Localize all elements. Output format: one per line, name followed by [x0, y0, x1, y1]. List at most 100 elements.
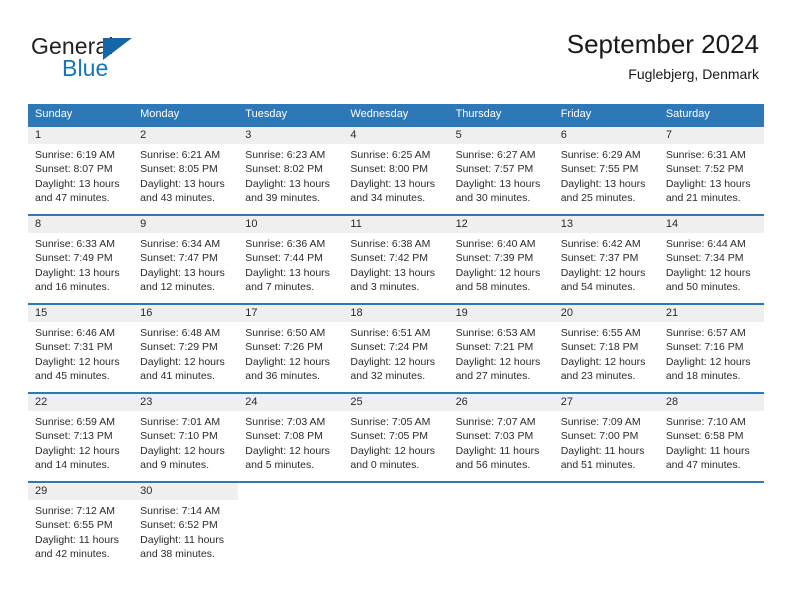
calendar-day-cell[interactable]: 26 Sunrise: 7:07 AM Sunset: 7:03 PM Dayligh…: [448, 394, 554, 481]
sunset-text: Sunset: 6:58 PM: [665, 430, 744, 443]
calendar-day-cell[interactable]: 16 Sunrise: 6:48 AM Sunset: 7:29 PM Dayligh…: [133, 305, 239, 392]
day-number: 25: [343, 394, 449, 411]
calendar-grid: Sunday Monday Tuesday Wednesday Thursday…: [28, 104, 764, 572]
sunset-text: Sunset: 7:18 PM: [560, 341, 639, 354]
sunrise-text: Sunrise: 6:50 AM: [245, 327, 326, 339]
calendar-day-cell[interactable]: 3 Sunrise: 6:23 AM Sunset: 8:02 PM Daylight…: [238, 127, 344, 214]
daylight-text-line2: and 21 minutes.: [665, 191, 741, 204]
daylight-text-line2: and 58 minutes.: [455, 280, 531, 293]
calendar-day-cell[interactable]: 14 Sunrise: 6:44 AM Sunset: 7:34 PM Dayligh…: [658, 216, 764, 303]
calendar-day-cell[interactable]: 25 Sunrise: 7:05 AM Sunset: 7:05 PM Dayligh…: [343, 394, 449, 481]
daylight-text-line2: and 51 minutes.: [560, 458, 636, 471]
daylight-text-line1: Daylight: 13 hours: [245, 266, 330, 279]
daylight-text-line1: Daylight: 11 hours: [140, 533, 224, 546]
daylight-text-line2: and 16 minutes.: [35, 280, 110, 293]
daylight-text-line1: Daylight: 13 hours: [560, 177, 646, 190]
sunset-text: Sunset: 6:52 PM: [140, 519, 218, 532]
day-details: Sunrise: 6:46 AM Sunset: 7:31 PM Daylight:…: [28, 322, 133, 383]
day-details: Sunrise: 6:34 AM Sunset: 7:47 PM Daylight:…: [133, 233, 238, 294]
daylight-text-line2: and 45 minutes.: [35, 369, 110, 382]
sunset-text: Sunset: 7:24 PM: [350, 341, 429, 354]
calendar-day-cell[interactable]: 20 Sunrise: 6:55 AM Sunset: 7:18 PM Dayligh…: [553, 305, 659, 392]
daylight-text-line1: Daylight: 13 hours: [455, 177, 541, 190]
day-number: 22: [28, 394, 134, 411]
calendar-day-cell[interactable]: 4 Sunrise: 6:25 AM Sunset: 8:00 PM Daylight…: [343, 127, 449, 214]
calendar-day-cell[interactable]: 19 Sunrise: 6:53 AM Sunset: 7:21 PM Dayligh…: [448, 305, 554, 392]
calendar-day-cell[interactable]: 11 Sunrise: 6:38 AM Sunset: 7:42 PM Dayligh…: [343, 216, 449, 303]
daylight-text-line2: and 9 minutes.: [140, 458, 210, 471]
sunrise-text: Sunrise: 7:05 AM: [350, 416, 431, 428]
day-details: Sunrise: 6:31 AM Sunset: 7:52 PM Daylight:…: [659, 144, 764, 205]
day-details: Sunrise: 7:01 AM Sunset: 7:10 PM Daylight:…: [133, 411, 238, 472]
calendar-day-cell[interactable]: 15 Sunrise: 6:46 AM Sunset: 7:31 PM Dayligh…: [28, 305, 134, 392]
calendar-day-cell[interactable]: 22 Sunrise: 6:59 AM Sunset: 7:13 PM Dayligh…: [28, 394, 134, 481]
calendar-day-cell[interactable]: 2 Sunrise: 6:21 AM Sunset: 8:05 PM Daylight…: [133, 127, 239, 214]
calendar-day-cell[interactable]: 1 Sunrise: 6:19 AM Sunset: 8:07 PM Daylight…: [28, 127, 134, 214]
sunrise-text: Sunrise: 6:29 AM: [560, 149, 641, 161]
calendar-empty-cell: [343, 483, 449, 572]
sunrise-text: Sunrise: 6:48 AM: [140, 327, 221, 339]
sunrise-text: Sunrise: 7:03 AM: [245, 416, 326, 428]
sunrise-text: Sunrise: 7:10 AM: [665, 416, 746, 428]
daylight-text-line1: Daylight: 13 hours: [350, 177, 436, 190]
day-details: Sunrise: 6:40 AM Sunset: 7:39 PM Daylight:…: [449, 233, 554, 294]
day-number: 29: [28, 483, 134, 500]
daylight-text-line1: Daylight: 13 hours: [35, 177, 120, 190]
sunrise-text: Sunrise: 6:23 AM: [245, 149, 326, 161]
day-details: Sunrise: 6:57 AM Sunset: 7:16 PM Daylight:…: [659, 322, 764, 383]
day-details: Sunrise: 7:14 AM Sunset: 6:52 PM Daylight:…: [133, 500, 238, 561]
calendar-day-cell[interactable]: 30 Sunrise: 7:14 AM Sunset: 6:52 PM Dayligh…: [133, 483, 239, 572]
daylight-text-line1: Daylight: 13 hours: [665, 177, 751, 190]
logo-text-blue: Blue: [62, 55, 109, 81]
daylight-text-line1: Daylight: 13 hours: [35, 266, 120, 279]
sunrise-text: Sunrise: 6:57 AM: [665, 327, 746, 339]
day-number: [343, 483, 448, 500]
weekday-header-thursday: Thursday: [455, 108, 502, 120]
sunset-text: Sunset: 7:05 PM: [350, 430, 429, 443]
calendar-day-cell[interactable]: 7 Sunrise: 6:31 AM Sunset: 7:52 PM Daylight…: [658, 127, 764, 214]
sunrise-text: Sunrise: 6:36 AM: [245, 238, 326, 250]
day-number: 13: [553, 216, 659, 233]
calendar-day-cell[interactable]: 10 Sunrise: 6:36 AM Sunset: 7:44 PM Dayligh…: [238, 216, 344, 303]
daylight-text-line2: and 47 minutes.: [35, 191, 110, 204]
sunset-text: Sunset: 7:16 PM: [665, 341, 744, 354]
calendar-day-cell[interactable]: 13 Sunrise: 6:42 AM Sunset: 7:37 PM Dayligh…: [553, 216, 659, 303]
sunset-text: Sunset: 7:13 PM: [35, 430, 113, 443]
sunrise-text: Sunrise: 6:33 AM: [35, 238, 115, 250]
calendar-day-cell[interactable]: 28 Sunrise: 7:10 AM Sunset: 6:58 PM Dayligh…: [658, 394, 764, 481]
day-number: [449, 483, 554, 500]
sunset-text: Sunset: 8:02 PM: [245, 163, 323, 176]
calendar-day-cell[interactable]: 18 Sunrise: 6:51 AM Sunset: 7:24 PM Dayligh…: [343, 305, 449, 392]
day-number: 27: [553, 394, 659, 411]
calendar-day-cell[interactable]: 17 Sunrise: 6:50 AM Sunset: 7:26 PM Dayligh…: [238, 305, 344, 392]
daylight-text-line2: and 32 minutes.: [350, 369, 426, 382]
calendar-day-cell[interactable]: 29 Sunrise: 7:12 AM Sunset: 6:55 PM Dayligh…: [28, 483, 134, 572]
day-details: Sunrise: 6:36 AM Sunset: 7:44 PM Daylight:…: [238, 233, 343, 294]
calendar-day-cell[interactable]: 23 Sunrise: 7:01 AM Sunset: 7:10 PM Dayligh…: [133, 394, 239, 481]
sunrise-text: Sunrise: 7:09 AM: [560, 416, 641, 428]
day-details: Sunrise: 6:23 AM Sunset: 8:02 PM Daylight:…: [238, 144, 343, 205]
calendar-day-cell[interactable]: 5 Sunrise: 6:27 AM Sunset: 7:57 PM Daylight…: [448, 127, 554, 214]
calendar-day-cell[interactable]: 27 Sunrise: 7:09 AM Sunset: 7:00 PM Dayligh…: [553, 394, 659, 481]
daylight-text-line2: and 47 minutes.: [665, 458, 741, 471]
daylight-text-line2: and 12 minutes.: [140, 280, 215, 293]
weekday-header-monday: Monday: [140, 108, 180, 120]
day-details: Sunrise: 6:51 AM Sunset: 7:24 PM Daylight:…: [343, 322, 448, 383]
calendar-day-cell[interactable]: 9 Sunrise: 6:34 AM Sunset: 7:47 PM Daylight…: [133, 216, 239, 303]
daylight-text-line2: and 3 minutes.: [350, 280, 420, 293]
daylight-text-line1: Daylight: 11 hours: [455, 444, 540, 457]
calendar-day-cell[interactable]: 12 Sunrise: 6:40 AM Sunset: 7:39 PM Dayligh…: [448, 216, 554, 303]
sunrise-text: Sunrise: 7:01 AM: [140, 416, 221, 428]
daylight-text-line1: Daylight: 12 hours: [35, 444, 120, 457]
day-details: Sunrise: 6:59 AM Sunset: 7:13 PM Daylight:…: [28, 411, 133, 472]
calendar-empty-cell: [448, 483, 554, 572]
calendar-day-cell[interactable]: 6 Sunrise: 6:29 AM Sunset: 7:55 PM Daylight…: [553, 127, 659, 214]
sunrise-text: Sunrise: 6:53 AM: [455, 327, 536, 339]
day-details: Sunrise: 7:03 AM Sunset: 7:08 PM Daylight:…: [238, 411, 343, 472]
day-number: 11: [343, 216, 449, 233]
calendar-day-cell[interactable]: 24 Sunrise: 7:03 AM Sunset: 7:08 PM Dayligh…: [238, 394, 344, 481]
daylight-text-line1: Daylight: 12 hours: [455, 355, 541, 368]
calendar-day-cell[interactable]: 8 Sunrise: 6:33 AM Sunset: 7:49 PM Daylight…: [28, 216, 134, 303]
calendar-day-cell[interactable]: 21 Sunrise: 6:57 AM Sunset: 7:16 PM Dayligh…: [658, 305, 764, 392]
day-number: [659, 483, 764, 500]
